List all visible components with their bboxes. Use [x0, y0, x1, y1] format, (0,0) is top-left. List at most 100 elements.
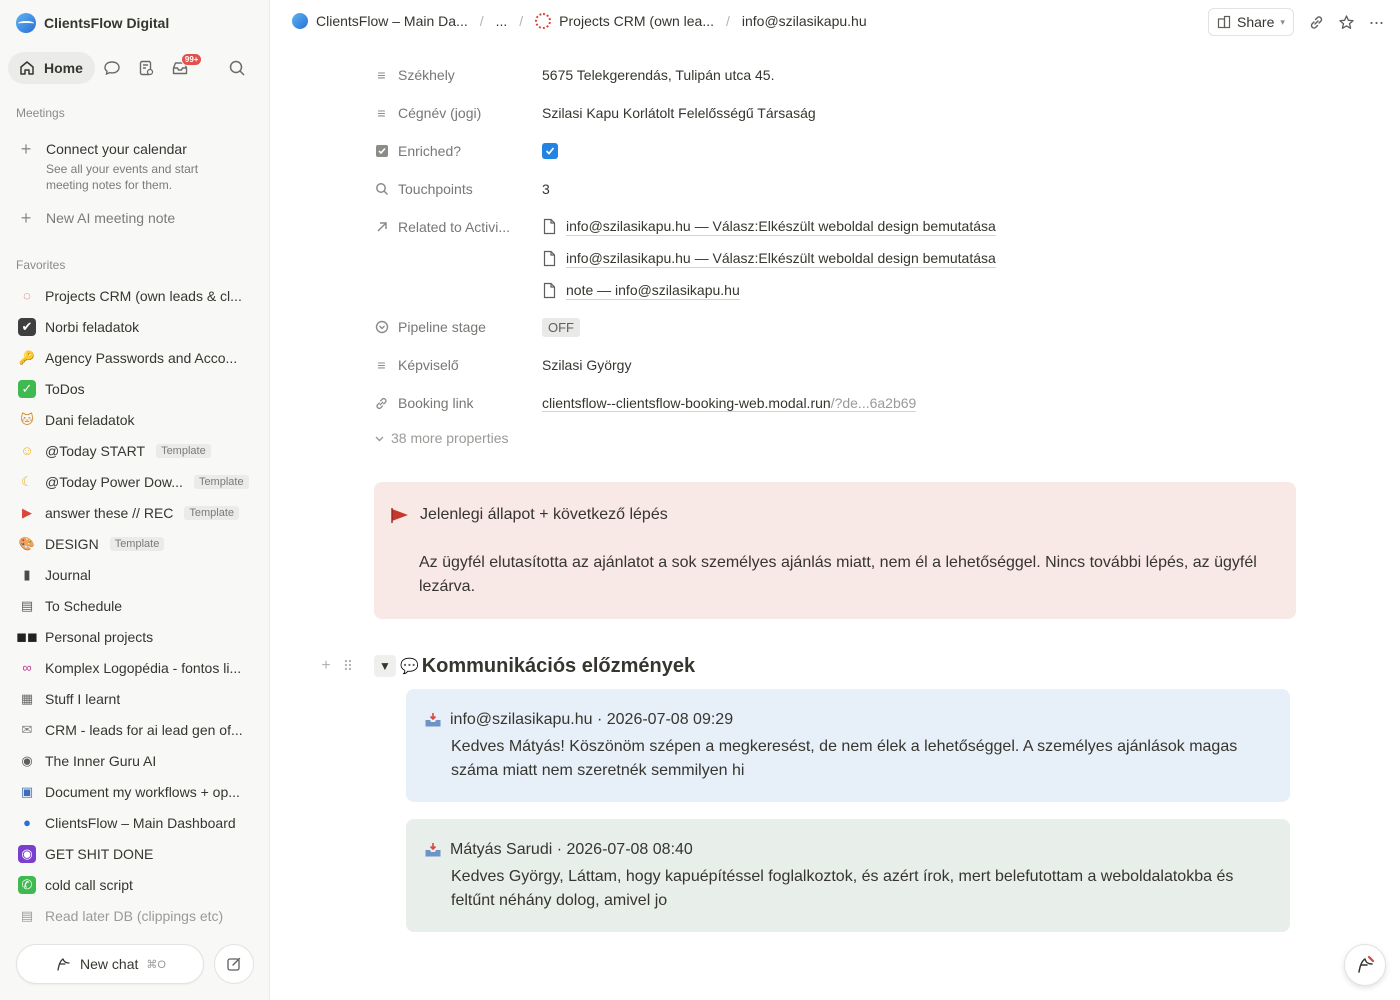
sidebar-favorite-item[interactable]: ∞ Komplex Logopédia - fontos li...: [8, 652, 262, 683]
key-icon: 🔑: [18, 349, 36, 365]
property-cegnev[interactable]: ≡ Cégnév (jogi) Szilasi Kapu Korlátolt Fe…: [374, 96, 1304, 130]
sidebar-favorite-item[interactable]: 🔑 Agency Passwords and Acco...: [8, 342, 262, 373]
copy-link-button[interactable]: [1306, 12, 1326, 32]
top-bar: ClientsFlow – Main Da... / ... / Project…: [270, 0, 1400, 44]
building-icon: [1217, 15, 1231, 29]
property-label: Székhely: [398, 67, 455, 83]
connect-calendar-item[interactable]: + Connect your calendar See all your eve…: [16, 140, 256, 193]
sidebar-favorite-label: CRM - leads for ai lead gen of...: [45, 721, 243, 738]
share-button[interactable]: Share ▾: [1208, 8, 1294, 36]
sidebar-favorite-item[interactable]: ◉ GET SHIT DONE: [8, 838, 262, 869]
sidebar-favorite-item[interactable]: 🐱 Dani feladatok: [8, 404, 262, 435]
sidebar-favorite-item[interactable]: ✔ Norbi feladatok: [8, 311, 262, 342]
related-item[interactable]: info@szilasikapu.hu — Válasz:Elkészült w…: [542, 249, 996, 268]
property-booking-link[interactable]: Booking link clientsflow--clientsflow-bo…: [374, 386, 1304, 420]
sidebar-favorite-item[interactable]: ◼◼ Personal projects: [8, 621, 262, 652]
drag-handle-icon[interactable]: ⠿: [338, 658, 358, 675]
sidebar-favorite-item[interactable]: ✉ CRM - leads for ai lead gen of...: [8, 714, 262, 745]
ai-assistant-button[interactable]: [1344, 944, 1386, 986]
related-item[interactable]: info@szilasikapu.hu — Válasz:Elkészült w…: [542, 217, 996, 236]
sidebar-favorite-item[interactable]: ☺ @Today START Template: [8, 435, 262, 466]
sidebar-favorite-item[interactable]: ▦ Stuff I learnt: [8, 683, 262, 714]
new-chat-shortcut: ⌘O: [146, 958, 166, 971]
search-button[interactable]: [220, 52, 254, 84]
property-szekhely[interactable]: ≡ Székhely 5675 Telekgerendás, Tulipán ut…: [374, 58, 1304, 92]
tasks-button[interactable]: [129, 52, 163, 84]
breadcrumb-dashboard[interactable]: ClientsFlow – Main Da...: [288, 11, 472, 31]
sidebar-favorite-label: Projects CRM (own leads & cl...: [45, 287, 242, 304]
booking-link[interactable]: clientsflow--clientsflow-booking-web.mod…: [542, 395, 917, 412]
sidebar-favorite-label: Komplex Logopédia - fontos li...: [45, 659, 242, 676]
favorites-section-label: Favorites: [16, 258, 66, 272]
palette-icon: 🎨: [18, 535, 36, 551]
property-pipeline-stage[interactable]: Pipeline stage OFF: [374, 310, 1304, 344]
home-button[interactable]: Home: [8, 52, 95, 84]
breadcrumb-ellipsis[interactable]: ...: [492, 11, 512, 31]
pipeline-stage-tag[interactable]: OFF: [542, 317, 580, 337]
inbox-button[interactable]: 99+: [163, 52, 203, 84]
sidebar-favorite-item[interactable]: ✓ ToDos: [8, 373, 262, 404]
related-item[interactable]: note — info@szilasikapu.hu: [542, 281, 740, 300]
property-kepviselo[interactable]: ≡ Képviselő Szilasi György: [374, 348, 1304, 382]
sidebar-favorite-item[interactable]: ◉ The Inner Guru AI: [8, 745, 262, 776]
message-card[interactable]: info@szilasikapu.hu · 2026-07-08 09:29 K…: [406, 689, 1290, 802]
breadcrumb-current-page[interactable]: info@szilasikapu.hu: [738, 11, 871, 31]
breadcrumb-projects-crm[interactable]: Projects CRM (own lea...: [531, 11, 718, 31]
more-options-button[interactable]: ···: [1366, 12, 1386, 32]
inbox-tray-icon: ✉: [21, 721, 33, 737]
text-lines-icon: ≡: [377, 67, 386, 83]
search-icon: [374, 182, 389, 197]
red-flag-icon: [391, 508, 408, 523]
chat-button[interactable]: [95, 52, 129, 84]
chat-bar: New chat ⌘O: [16, 944, 254, 984]
toggle-triangle-icon[interactable]: ▼: [374, 655, 396, 677]
add-block-icon[interactable]: +: [316, 657, 336, 675]
property-value[interactable]: Szilasi Kapu Korlátolt Felelősségű Társa…: [542, 105, 816, 121]
property-value[interactable]: 5675 Telekgerendás, Tulipán utca 45.: [542, 67, 774, 83]
clientsflow-logo-icon: [292, 13, 308, 29]
inbox-badge: 99+: [180, 53, 203, 66]
message-card[interactable]: Mátyás Sarudi · 2026-07-08 08:40 Kedves …: [406, 819, 1290, 932]
sidebar-favorite-item[interactable]: ● ClientsFlow – Main Dashboard: [8, 807, 262, 838]
workspace-switcher[interactable]: ClientsFlow Digital: [16, 12, 169, 34]
sidebar-favorite-item[interactable]: ▤ To Schedule: [8, 590, 262, 621]
sunglasses-icon: ◼◼: [16, 628, 38, 644]
crm-icon: ◌: [23, 288, 31, 303]
property-enriched[interactable]: Enriched?: [374, 134, 1304, 168]
sidebar-favorite-item[interactable]: ▶ answer these // REC Template: [8, 497, 262, 528]
sidebar-favorite-item[interactable]: ✆ cold call script: [8, 869, 262, 900]
callout-body: Az ügyfél elutasította az ajánlatot a so…: [419, 554, 1257, 595]
document-icon: ▤: [20, 907, 34, 923]
property-touchpoints[interactable]: Touchpoints 3: [374, 172, 1304, 206]
property-label: Touchpoints: [398, 181, 473, 197]
related-item-label: info@szilasikapu.hu — Válasz:Elkészült w…: [566, 250, 996, 268]
status-icon: [374, 320, 389, 335]
sidebar-favorite-label: The Inner Guru AI: [45, 752, 157, 769]
sidebar-favorite-item[interactable]: ◌ Projects CRM (own leads & cl...: [8, 280, 262, 311]
sidebar-favorite-item[interactable]: 🎨 DESIGN Template: [8, 528, 262, 559]
property-label: Booking link: [398, 395, 474, 411]
meetings-section-label: Meetings: [16, 106, 65, 120]
property-label: Related to Activi...: [398, 219, 511, 235]
link-icon: [374, 396, 389, 411]
new-ai-meeting-note-button[interactable]: + New AI meeting note: [16, 209, 175, 227]
new-chat-button[interactable]: New chat ⌘O: [16, 944, 204, 984]
search-icon: [229, 60, 245, 76]
property-value[interactable]: Szilasi György: [542, 357, 631, 373]
home-label: Home: [44, 60, 83, 76]
favorite-button[interactable]: [1336, 12, 1356, 32]
sidebar-favorite-item[interactable]: ☾ @Today Power Dow... Template: [8, 466, 262, 497]
message-body: Kedves György, Láttam, hogy kapuépítésse…: [451, 868, 1234, 909]
property-label: Képviselő: [398, 357, 459, 373]
sidebar-favorite-item[interactable]: ▤ Read later DB (clippings etc): [8, 900, 262, 931]
sidebar-favorite-item[interactable]: ▮ Journal: [8, 559, 262, 590]
sidebar-favorite-item[interactable]: ▣ Document my workflows + op...: [8, 776, 262, 807]
breadcrumb: ClientsFlow – Main Da... / ... / Project…: [288, 11, 871, 31]
status-callout[interactable]: Jelenlegi állapot + következő lépés Az ü…: [374, 482, 1296, 619]
sidebar-favorite-label: Read later DB (clippings etc): [45, 907, 224, 924]
speech-bubble-icon: 💬: [400, 658, 419, 675]
property-value[interactable]: 3: [542, 181, 550, 197]
more-properties-toggle[interactable]: 38 more properties: [374, 430, 509, 446]
enriched-checkbox[interactable]: [542, 143, 558, 159]
compose-button[interactable]: [214, 944, 254, 984]
